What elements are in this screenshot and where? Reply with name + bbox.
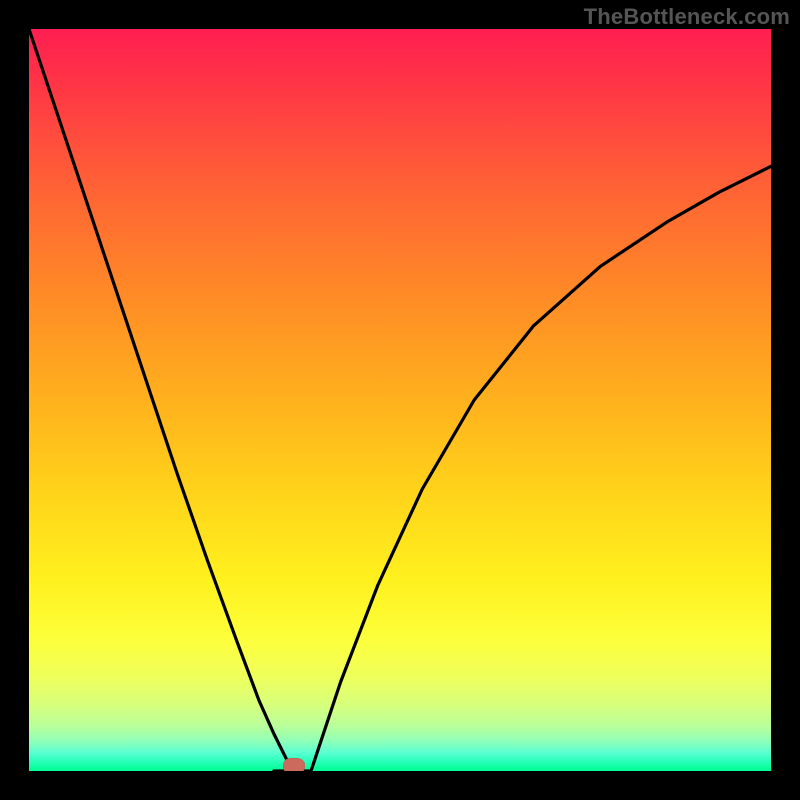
plot-area — [29, 29, 771, 771]
bottleneck-curve — [29, 29, 771, 771]
optimum-marker — [283, 758, 305, 771]
outer-frame: TheBottleneck.com — [0, 0, 800, 800]
watermark-text: TheBottleneck.com — [584, 4, 790, 30]
